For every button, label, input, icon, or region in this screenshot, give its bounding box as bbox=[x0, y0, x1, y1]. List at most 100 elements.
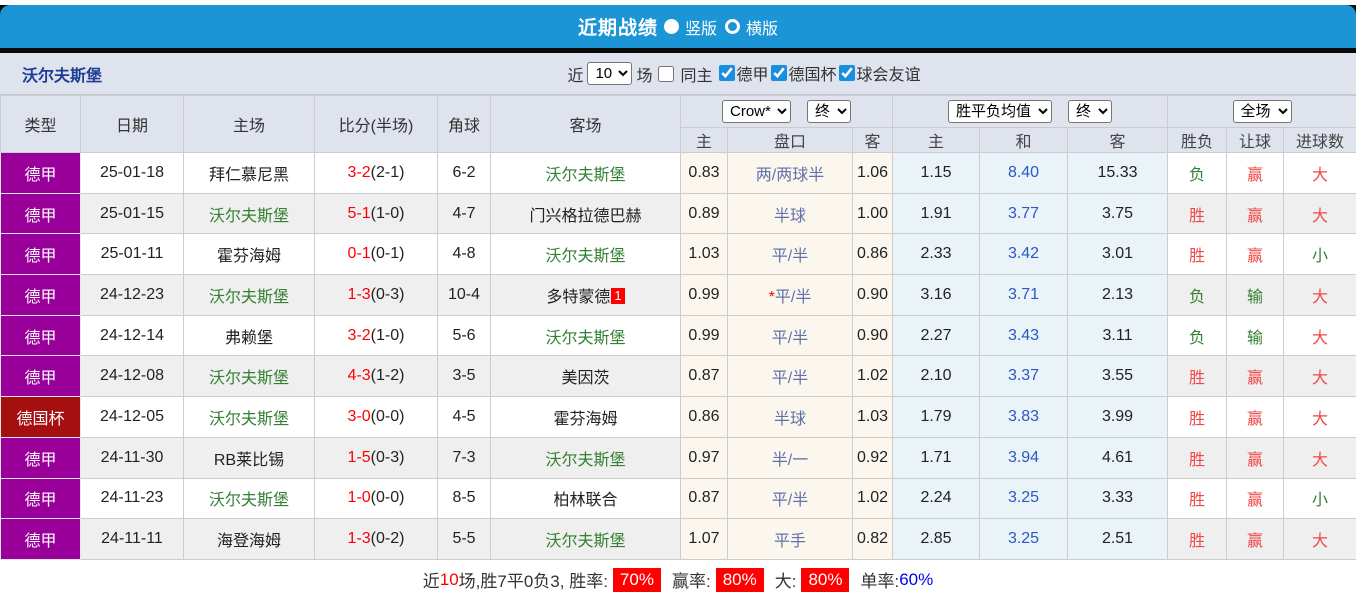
handicap-line: 半球 bbox=[774, 411, 806, 428]
match-date-cell: 24-11-11 bbox=[81, 519, 184, 560]
radio-vertical-label: 竖版 bbox=[685, 15, 717, 39]
near-label: 近 bbox=[567, 62, 583, 86]
competition-filter-item: 德甲 bbox=[717, 61, 769, 85]
subheader-handicap-home: 主 bbox=[681, 128, 728, 153]
avg-home-cell: 2.24 bbox=[893, 478, 980, 519]
avg-home-cell: 2.10 bbox=[893, 356, 980, 397]
radio-selected-icon[interactable] bbox=[664, 19, 679, 34]
corners-cell: 5-5 bbox=[438, 519, 491, 560]
avg-home-cell: 2.33 bbox=[893, 234, 980, 275]
subheader-handicap-away: 客 bbox=[853, 128, 893, 153]
match-date-cell: 25-01-11 bbox=[81, 234, 184, 275]
handicap-line-cell: 平/半 bbox=[728, 315, 853, 356]
corners-cell: 7-3 bbox=[438, 437, 491, 478]
result-cell: 胜 bbox=[1168, 519, 1227, 560]
filter-controls: 近 10 场 同主 德甲 德国杯 球会友谊 bbox=[567, 61, 920, 86]
table-row: 德国杯 24-12-05 沃尔夫斯堡 3-0(0-0) 4-5 霍芬海姆 0.8… bbox=[1, 397, 1356, 438]
handicap-away-odds-cell: 0.90 bbox=[853, 315, 893, 356]
match-type-cell: 德甲 bbox=[1, 478, 81, 519]
away-team-name: 美因茨 bbox=[561, 370, 609, 387]
same-home-label: 同主 bbox=[680, 62, 712, 86]
handicap-away-odds-cell: 1.02 bbox=[853, 356, 893, 397]
handicap-line: 平/半 bbox=[772, 330, 808, 347]
bookmaker-select[interactable]: Crow* bbox=[722, 100, 791, 123]
handicap-line: 平/半 bbox=[772, 492, 808, 509]
home-team-cell: 弗赖堡 bbox=[184, 315, 315, 356]
header-handicap-group: Crow* 终 bbox=[681, 96, 893, 128]
competition-label: 球会友谊 bbox=[857, 61, 921, 85]
subheader-avg-draw: 和 bbox=[980, 128, 1068, 153]
handicap-line-cell: 半球 bbox=[728, 193, 853, 234]
away-team-name: 沃尔夫斯堡 bbox=[545, 167, 625, 184]
team-name: 沃尔夫斯堡 bbox=[22, 62, 102, 86]
handicap-line-cell: 平/半 bbox=[728, 234, 853, 275]
half-time-score: (0-3) bbox=[371, 449, 405, 466]
handicap-home-odds-cell: 0.89 bbox=[681, 193, 728, 234]
page-title: 近期战绩 bbox=[578, 13, 658, 40]
half-time-score: (1-0) bbox=[371, 327, 405, 344]
same-home-checkbox[interactable] bbox=[658, 66, 674, 82]
corners-cell: 4-5 bbox=[438, 397, 491, 438]
avg-away-cell: 4.61 bbox=[1068, 437, 1168, 478]
header-result-group: 全场 bbox=[1168, 96, 1356, 128]
subheader-avg-away: 客 bbox=[1068, 128, 1168, 153]
subheader-goals: 进球数 bbox=[1284, 128, 1356, 153]
half-time-score: (0-1) bbox=[371, 245, 405, 262]
corners-cell: 5-6 bbox=[438, 315, 491, 356]
full-time-score: 1-0 bbox=[348, 489, 371, 506]
bookmaker-time-select[interactable]: 终 bbox=[807, 100, 851, 123]
result-cell: 负 bbox=[1168, 153, 1227, 194]
competition-checkbox[interactable] bbox=[719, 65, 735, 81]
table-row: 德甲 24-11-11 海登海姆 1-3(0-2) 5-5 沃尔夫斯堡 1.07… bbox=[1, 519, 1356, 560]
competition-checkbox[interactable] bbox=[771, 65, 787, 81]
handicap-result-cell: 赢 bbox=[1227, 437, 1284, 478]
home-team-cell: 拜仁慕尼黑 bbox=[184, 153, 315, 194]
full-time-score: 3-2 bbox=[348, 164, 371, 181]
layout-radio-horizontal[interactable]: 横版 bbox=[725, 15, 778, 39]
result-cell: 胜 bbox=[1168, 478, 1227, 519]
match-count-select[interactable]: 10 bbox=[587, 62, 632, 85]
avg-home-cell: 1.91 bbox=[893, 193, 980, 234]
avg-draw-cell: 3.42 bbox=[980, 234, 1068, 275]
match-type-cell: 德甲 bbox=[1, 153, 81, 194]
recent-matches-table: 类型 日期 主场 比分(半场) 角球 客场 Crow* 终 胜 bbox=[0, 95, 1356, 560]
radio-unselected-icon[interactable] bbox=[725, 19, 740, 34]
avg-home-cell: 2.27 bbox=[893, 315, 980, 356]
corners-cell: 4-8 bbox=[438, 234, 491, 275]
away-team-cell: 美因茨 bbox=[491, 356, 681, 397]
header-date: 日期 bbox=[81, 96, 184, 153]
corners-cell: 10-4 bbox=[438, 275, 491, 316]
avg-home-cell: 1.79 bbox=[893, 397, 980, 438]
match-type-cell: 德甲 bbox=[1, 437, 81, 478]
home-team-cell: 沃尔夫斯堡 bbox=[184, 193, 315, 234]
match-type-cell: 德甲 bbox=[1, 315, 81, 356]
unit-label: 场 bbox=[636, 62, 652, 86]
away-team-cell: 沃尔夫斯堡 bbox=[491, 437, 681, 478]
match-date-cell: 24-12-08 bbox=[81, 356, 184, 397]
away-team-cell: 沃尔夫斯堡 bbox=[491, 315, 681, 356]
avg-select[interactable]: 胜平负均值 bbox=[948, 100, 1052, 123]
goals-cell: 小 bbox=[1284, 234, 1356, 275]
handicap-line: 平/半 bbox=[772, 370, 808, 387]
half-time-score: (1-0) bbox=[371, 205, 405, 222]
avg-draw-cell: 3.77 bbox=[980, 193, 1068, 234]
handicap-line-cell: 两/两球半 bbox=[728, 153, 853, 194]
big-rate-label: 大: bbox=[775, 567, 797, 592]
avg-home-cell: 3.16 bbox=[893, 275, 980, 316]
score-cell: 5-1(1-0) bbox=[315, 193, 438, 234]
scope-select[interactable]: 全场 bbox=[1233, 100, 1292, 123]
layout-radio-vertical[interactable]: 竖版 bbox=[664, 15, 717, 39]
handicap-away-odds-cell: 1.02 bbox=[853, 478, 893, 519]
match-type-cell: 德甲 bbox=[1, 193, 81, 234]
half-time-score: (0-0) bbox=[371, 489, 405, 506]
handicap-line-cell: 平手 bbox=[728, 519, 853, 560]
handicap-line: 平手 bbox=[774, 533, 806, 550]
subheader-result: 胜负 bbox=[1168, 128, 1227, 153]
away-team-cell: 门兴格拉德巴赫 bbox=[491, 193, 681, 234]
match-type-cell: 德甲 bbox=[1, 234, 81, 275]
competition-checkbox[interactable] bbox=[839, 65, 855, 81]
away-team-name: 门兴格拉德巴赫 bbox=[529, 208, 641, 225]
away-team-name: 沃尔夫斯堡 bbox=[545, 533, 625, 550]
avg-time-select[interactable]: 终 bbox=[1068, 100, 1112, 123]
avg-away-cell: 3.75 bbox=[1068, 193, 1168, 234]
